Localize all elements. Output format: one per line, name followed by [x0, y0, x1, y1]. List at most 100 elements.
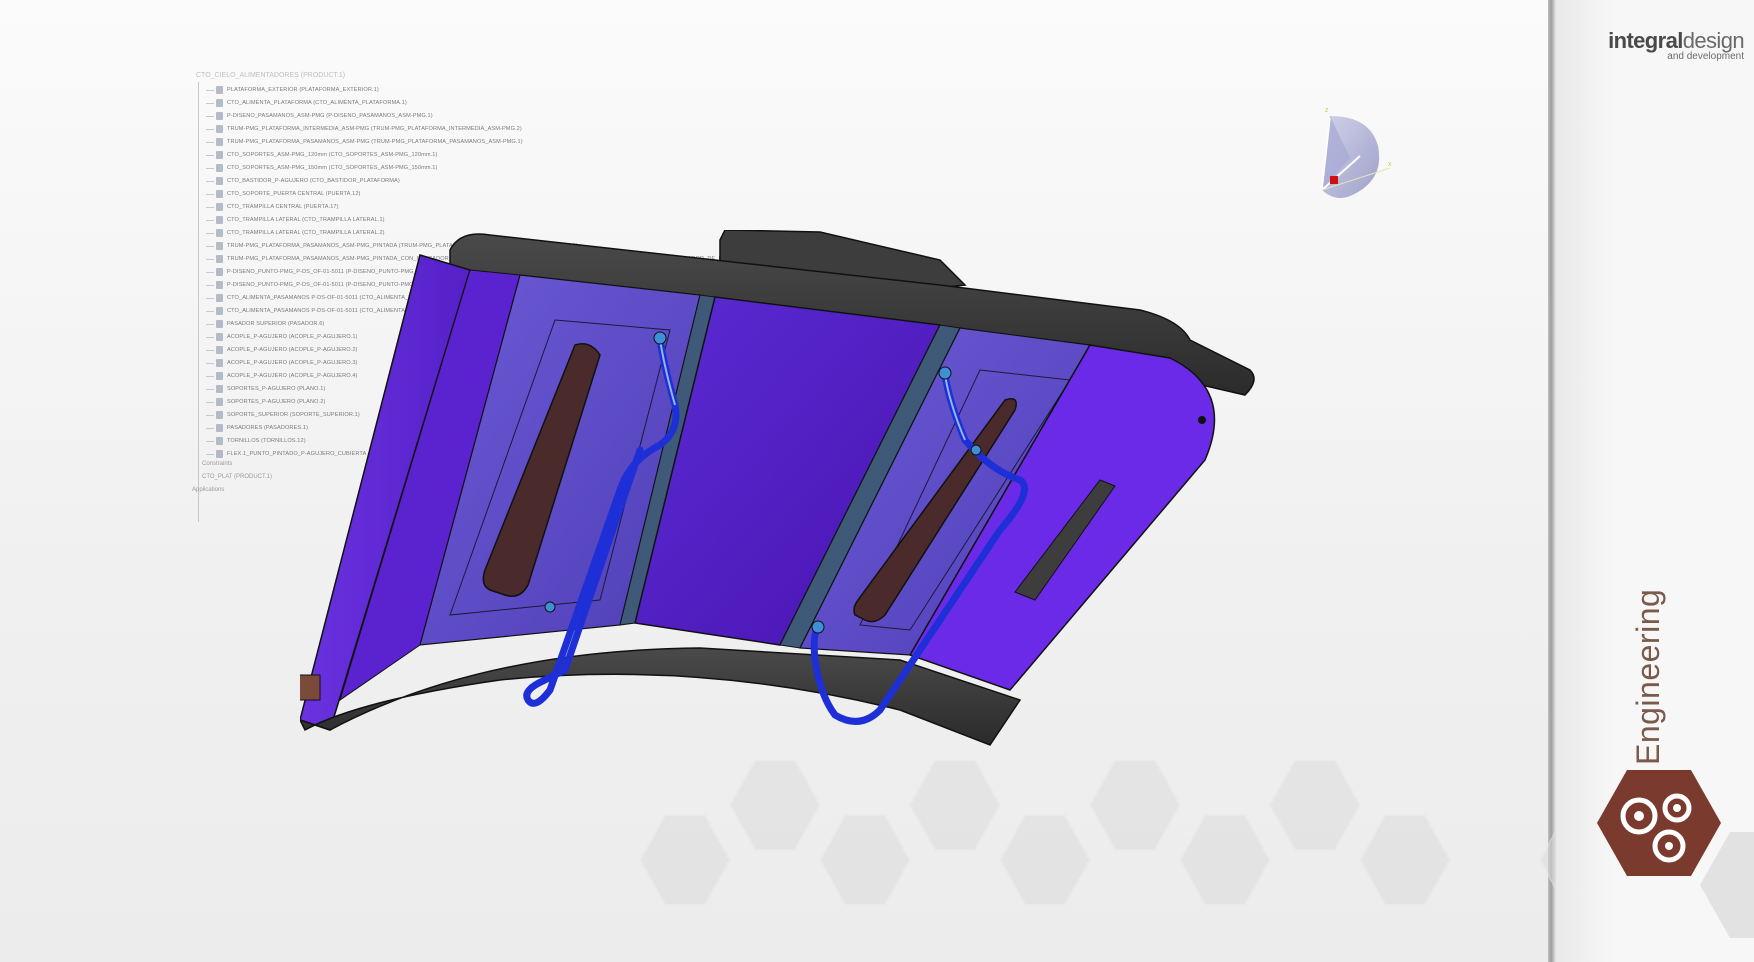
part-icon — [216, 372, 223, 380]
tree-branch-line — [206, 232, 214, 234]
tree-node-label: CTO_TRAMPILLA CENTRAL (PUERTA.17) — [227, 204, 339, 210]
tree-node-label: PASADORES (PASADORES.1) — [227, 425, 309, 431]
tree-branch-line — [206, 427, 214, 429]
tree-branch-line — [206, 180, 214, 182]
part-icon — [216, 112, 223, 120]
tree-node[interactable]: CTO_TRAMPILLA CENTRAL (PUERTA.17) — [206, 201, 339, 213]
part-icon — [216, 125, 223, 133]
tree-node-label: PLATAFORMA_EXTERIOR (PLATAFORMA_EXTERIOR… — [227, 87, 379, 93]
tree-branch-line — [206, 440, 214, 442]
tree-node-label: CTO_SOPORTES_ASM-PMG_120mm (CTO_SOPORTES… — [227, 152, 438, 158]
tree-branch-line — [206, 102, 214, 104]
tree-branch-line — [206, 349, 214, 351]
tree-node-label: CTO_TRAMPILLA LATERAL (CTO_TRAMPILLA LAT… — [227, 217, 385, 223]
part-icon — [216, 99, 223, 107]
part-icon — [216, 333, 223, 341]
tree-node[interactable]: Applications — [192, 487, 224, 493]
tree-node[interactable]: CTO_TRAMPILLA LATERAL (CTO_TRAMPILLA LAT… — [206, 214, 385, 226]
part-icon — [216, 203, 223, 211]
part-icon — [216, 164, 223, 172]
tree-branch-line — [206, 388, 214, 390]
tree-branch-line — [206, 297, 214, 299]
tree-node-label: CTO_BASTIDOR_P-AGUJERO (CTO_BASTIDOR_PLA… — [227, 178, 400, 184]
tree-connector-line — [198, 82, 199, 522]
tree-branch-line — [206, 271, 214, 273]
part-icon — [216, 255, 223, 263]
part-icon — [216, 268, 223, 276]
part-icon — [216, 320, 223, 328]
tree-branch-line — [206, 336, 214, 338]
svg-text:x: x — [1388, 161, 1392, 168]
tree-node-label: CTO_SOPORTES_ASM-PMG_150mm (CTO_SOPORTES… — [227, 165, 438, 171]
tree-node[interactable]: PASADORES (PASADORES.1) — [206, 422, 308, 434]
hexagon-right-edge-decoration — [1700, 832, 1754, 938]
tree-node[interactable]: CTO_ALIMENTA_PLATAFORMA (CTO_ALIMENTA_PL… — [206, 97, 407, 109]
tree-branch-line — [206, 414, 214, 416]
tree-node[interactable]: TORNILLOS (TORNILLOS.12) — [206, 435, 306, 447]
part-icon — [216, 385, 223, 393]
part-icon — [216, 281, 223, 289]
tree-branch-line — [206, 167, 214, 169]
part-icon — [216, 398, 223, 406]
tree-node-label: TRUM-PMG_PLATAFORMA_PASAMANOS_ASM-PMG (T… — [227, 139, 523, 145]
brand-name-bold: integral — [1608, 28, 1683, 53]
tree-node[interactable]: P-DISENO_PASAMANOS_ASM-PMG (P-DISENO_PAS… — [206, 110, 433, 122]
tree-branch-line — [206, 323, 214, 325]
tree-node-label: Constraints — [202, 461, 233, 467]
tree-node-label: CTO_ALIMENTA_PLATAFORMA (CTO_ALIMENTA_PL… — [227, 100, 407, 106]
part-icon — [216, 411, 223, 419]
tree-node-label: TORNILLOS (TORNILLOS.12) — [227, 438, 306, 444]
tree-root-node[interactable]: CTO_CIELO_ALIMENTADORES (PRODUCT.1) — [196, 72, 345, 79]
tree-node-label: CTO_PLAT (PRODUCT.1) — [202, 474, 273, 480]
tree-node-label: CTO_SOPORTE_PUERTA CENTRAL (PUERTA.12) — [227, 191, 361, 197]
part-icon — [216, 359, 223, 367]
part-icon — [216, 151, 223, 159]
part-icon — [216, 177, 223, 185]
tree-branch-line — [206, 401, 214, 403]
part-icon — [216, 307, 223, 315]
tree-branch-line — [206, 154, 214, 156]
tree-node-label: P-DISENO_PASAMANOS_ASM-PMG (P-DISENO_PAS… — [227, 113, 433, 119]
part-icon — [216, 216, 223, 224]
part-icon — [216, 437, 223, 445]
tree-branch-line — [206, 245, 214, 247]
tree-node-label: TRUM-PMG_PLATAFORMA_INTERMEDIA_ASM-PMG (… — [227, 126, 522, 132]
part-icon — [216, 229, 223, 237]
tree-node[interactable]: TRUM-PMG_PLATAFORMA_INTERMEDIA_ASM-PMG (… — [206, 123, 522, 135]
tree-branch-line — [206, 89, 214, 91]
tree-branch-line — [206, 375, 214, 377]
tree-node[interactable]: CTO_PLAT (PRODUCT.1) — [202, 474, 272, 480]
tree-branch-line — [206, 115, 214, 117]
tree-node[interactable]: CTO_SOPORTES_ASM-PMG_150mm (CTO_SOPORTES… — [206, 162, 437, 174]
tree-branch-line — [206, 219, 214, 221]
section-label-engineering: Engineering — [1630, 588, 1666, 765]
tree-branch-line — [206, 310, 214, 312]
tree-branch-line — [206, 284, 214, 286]
part-icon — [216, 294, 223, 302]
tree-node[interactable]: CTO_BASTIDOR_P-AGUJERO (CTO_BASTIDOR_PLA… — [206, 175, 400, 187]
tree-node[interactable]: TRUM-PMG_PLATAFORMA_PASAMANOS_ASM-PMG (T… — [206, 136, 523, 148]
tree-node[interactable]: PLATAFORMA_EXTERIOR (PLATAFORMA_EXTERIOR… — [206, 84, 379, 96]
brand-logo: integraldesign and development — [1608, 28, 1745, 63]
part-icon — [216, 86, 223, 94]
tree-branch-line — [206, 258, 214, 260]
cad-model-render[interactable] — [300, 230, 1410, 820]
brand-name-light: design — [1682, 28, 1745, 53]
part-icon — [216, 450, 223, 458]
tree-node[interactable]: Constraints — [202, 461, 232, 467]
tree-branch-line — [206, 141, 214, 143]
tree-node[interactable]: CTO_SOPORTE_PUERTA CENTRAL (PUERTA.12) — [206, 188, 361, 200]
compass-icon[interactable]: x z — [1300, 96, 1400, 226]
tree-branch-line — [206, 206, 214, 208]
tree-branch-line — [206, 453, 214, 455]
part-icon — [216, 242, 223, 250]
tree-node[interactable]: CTO_SOPORTES_ASM-PMG_120mm (CTO_SOPORTES… — [206, 149, 437, 161]
part-icon — [216, 424, 223, 432]
svg-text:z: z — [1325, 107, 1329, 114]
tree-node-label: Applications — [192, 487, 225, 493]
part-icon — [216, 346, 223, 354]
tree-branch-line — [206, 128, 214, 130]
tree-branch-line — [206, 362, 214, 364]
tree-branch-line — [206, 193, 214, 195]
part-icon — [216, 138, 223, 146]
